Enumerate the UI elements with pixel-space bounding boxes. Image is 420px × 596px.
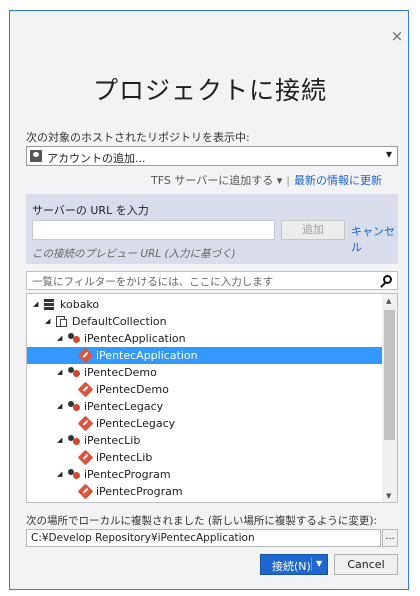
scroll-down-icon[interactable]: ▼ (386, 492, 391, 500)
refresh-link[interactable]: 最新の情報に更新 (294, 174, 382, 187)
server-icon (44, 299, 54, 310)
expand-arrow-icon[interactable]: ◢ (57, 330, 62, 347)
scroll-thumb[interactable] (384, 310, 395, 440)
tree-item[interactable]: iPentecApplication (27, 347, 382, 364)
tree-item-label: iPentecLib (84, 434, 141, 447)
clone-location-label: 次の場所でローカルに複製されました (新しい場所に複製するように変更): (26, 515, 378, 527)
expand-arrow-icon[interactable]: ◢ (45, 313, 50, 330)
expand-arrow-icon[interactable]: ◢ (57, 398, 62, 415)
server-url-panel: サーバーの URL を入力 追加 キャンセル この接続のプレビュー URL (入… (26, 194, 398, 264)
tree-item[interactable]: ◢ iPentecDemo (27, 364, 382, 381)
tree-item-label: iPentecApplication (84, 332, 186, 345)
repository-tree: ◢ kobako ◢ DefaultCollection ◢ iPentecApplica… (26, 293, 398, 503)
account-select-value: アカウントの追加... (47, 152, 146, 165)
tree-item[interactable]: iPentecLegacy (27, 415, 382, 432)
expand-arrow-icon[interactable]: ◢ (57, 466, 62, 483)
server-links: TFS サーバーに追加する ▾ | 最新の情報に更新 (151, 172, 382, 188)
clone-path-input[interactable]: C:¥Develop Repository¥iPentecApplication (26, 529, 381, 547)
filter-input[interactable]: 一覧にフィルターをかけるには、ここに入力します (26, 271, 398, 290)
account-select[interactable]: アカウントの追加... ▼ (26, 146, 398, 166)
cancel-button[interactable]: Cancel (334, 554, 398, 575)
clone-path-value: C:¥Develop Repository¥iPentecApplication (31, 532, 255, 544)
expand-arrow-icon[interactable]: ◢ (57, 364, 62, 381)
user-icon (30, 150, 42, 162)
connect-dropdown-icon[interactable]: ▼ (316, 559, 322, 568)
tree-item-label: kobako (60, 298, 100, 311)
search-icon[interactable] (383, 275, 392, 284)
team-project-icon (68, 435, 80, 446)
connect-button-divider (311, 558, 312, 571)
tree-item[interactable]: ◢ kobako (27, 296, 382, 313)
tree-item-label: iPentecProgram (84, 468, 171, 481)
connect-dialog: × プロジェクトに接続 次の対象のホストされたリポジトリを表示中: アカウントの… (9, 10, 409, 590)
tree-item[interactable]: ◢ DefaultCollection (27, 313, 382, 330)
tree-item-label: iPentecLegacy (84, 400, 164, 413)
link-separator: | (286, 174, 290, 187)
tree-item[interactable]: iPentecLib (27, 449, 382, 466)
expand-arrow-icon[interactable]: ◢ (33, 296, 38, 313)
tfs-add-link[interactable]: TFS サーバーに追加する ▾ (151, 174, 282, 187)
git-repo-icon (77, 483, 94, 500)
tree-item-label: iPentecDemo (96, 383, 169, 396)
tree-item[interactable]: iPentecDemo (27, 381, 382, 398)
dialog-title: プロジェクトに接続 (92, 76, 327, 105)
close-icon[interactable]: × (384, 23, 410, 49)
add-server-button[interactable]: 追加 (281, 220, 345, 240)
host-label: 次の対象のホストされたリポジトリを表示中: (26, 131, 250, 144)
tree-item-label: iPentecLegacy (96, 417, 176, 430)
connect-button-label: 接続(N) (272, 560, 311, 573)
git-repo-icon (77, 381, 94, 398)
git-repo-icon (77, 449, 94, 466)
team-project-icon (68, 469, 80, 480)
tree-item[interactable]: ◢ iPentecLib (27, 432, 382, 449)
tree-scrollbar[interactable]: ▲ ▼ (382, 294, 397, 502)
tree-item[interactable]: ◢ iPentecLegacy (27, 398, 382, 415)
tree-item-label: iPentecLib (96, 451, 153, 464)
tree-item-label: iPentecDemo (84, 366, 157, 379)
team-project-icon (68, 401, 80, 412)
team-project-icon (68, 367, 80, 378)
git-repo-icon (77, 415, 94, 432)
team-project-icon (68, 333, 80, 344)
server-url-label: サーバーの URL を入力 (32, 204, 149, 217)
expand-arrow-icon[interactable]: ◢ (57, 432, 62, 449)
tree-item-label: iPentecProgram (96, 485, 183, 498)
filter-placeholder: 一覧にフィルターをかけるには、ここに入力します (32, 276, 274, 288)
tree-item[interactable]: ◢ iPentecProgram (27, 466, 382, 483)
browse-button[interactable]: ... (382, 529, 398, 547)
tree-item[interactable]: ◢ iPentecApplication (27, 330, 382, 347)
url-preview: この接続のプレビュー URL (入力に基づく) (32, 248, 236, 260)
tree-item-label: DefaultCollection (72, 315, 167, 328)
tree-item-label: iPentecApplication (96, 349, 198, 362)
tree-item[interactable]: iPentecProgram (27, 483, 382, 500)
server-url-input[interactable] (32, 220, 275, 240)
chevron-down-icon: ▼ (385, 150, 392, 159)
connect-button[interactable]: 接続(N) ▼ (260, 554, 328, 575)
cancel-server-link[interactable]: キャンセル (351, 223, 398, 255)
scroll-up-icon[interactable]: ▲ (386, 297, 391, 305)
git-repo-icon (77, 347, 94, 364)
collection-icon (56, 316, 67, 327)
